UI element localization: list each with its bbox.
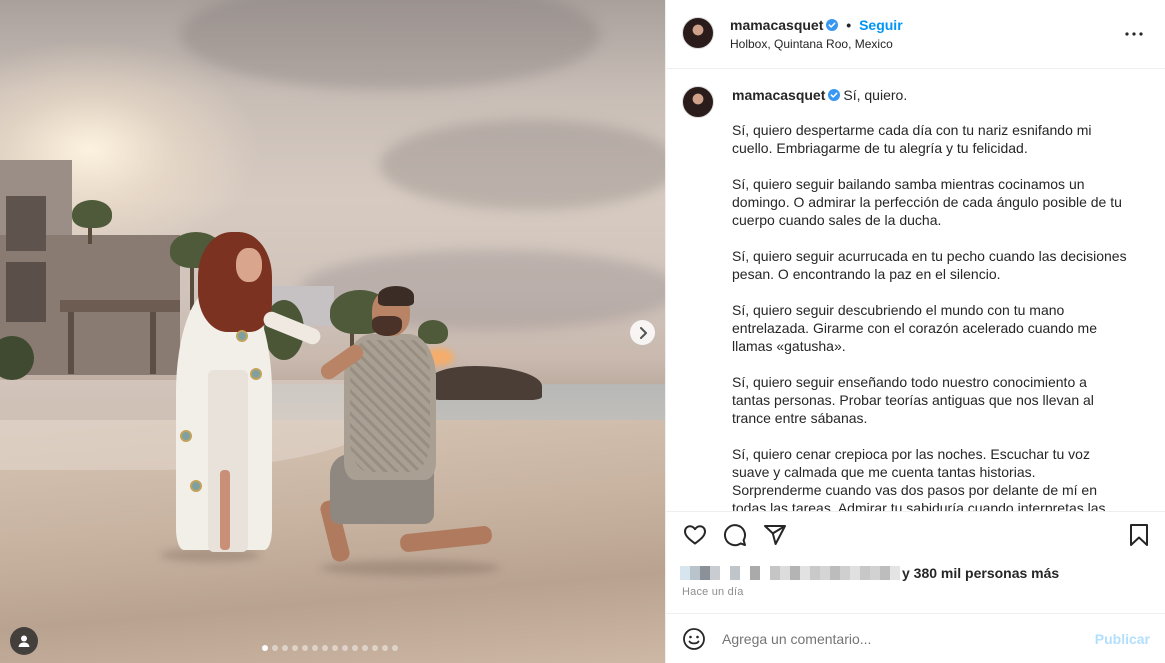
- caption-paragraph: Sí, quiero seguir enseñando todo nuestro…: [732, 374, 1094, 426]
- cloud: [380, 120, 665, 210]
- share-button[interactable]: [762, 522, 788, 548]
- reflection: [320, 560, 500, 576]
- header-user-line: mamacasquet • Seguir: [730, 17, 903, 33]
- emoji-icon: [683, 628, 705, 650]
- post-header: mamacasquet • Seguir Holbox, Quintana Ro…: [666, 0, 1165, 69]
- carousel-dot: [292, 645, 298, 651]
- building-window: [6, 262, 46, 322]
- building-window: [6, 196, 46, 251]
- dress-pattern: [250, 368, 262, 380]
- post-timestamp[interactable]: Hace un día: [682, 586, 744, 598]
- carousel-dot: [282, 645, 288, 651]
- woman-hair: [198, 232, 272, 332]
- like-button[interactable]: [682, 522, 708, 548]
- building-post: [150, 312, 156, 374]
- heart-icon: [684, 525, 706, 545]
- cloud: [180, 0, 600, 90]
- comment-icon: [724, 524, 746, 547]
- woman-face: [236, 248, 262, 282]
- caption-paragraph: Sí, quiero despertarme cada día con tu n…: [732, 122, 1092, 156]
- user-tags-button[interactable]: [10, 627, 38, 655]
- carousel-dot: [272, 645, 278, 651]
- man-hair: [378, 286, 414, 306]
- carousel-dot: [392, 645, 398, 651]
- carousel-dot: [332, 645, 338, 651]
- avatar[interactable]: [682, 86, 714, 118]
- blurred-liker-names: [680, 566, 900, 580]
- action-bar: y 380 mil personas más Hace un día: [666, 511, 1165, 619]
- comment-input[interactable]: [722, 631, 1082, 647]
- username-link[interactable]: mamacasquet: [730, 17, 823, 33]
- post-photo[interactable]: [0, 0, 665, 663]
- likes-summary[interactable]: y 380 mil personas más: [680, 564, 1059, 582]
- caption-header: mamacasquet Sí, quiero.: [732, 87, 907, 103]
- dress-pattern: [180, 430, 192, 442]
- woman-leg: [220, 470, 230, 550]
- caption-paragraph: Sí, quiero cenar crepioca por las noches…: [732, 446, 1106, 511]
- caption-section: mamacasquet Sí, quiero. Sí, quiero desper…: [666, 69, 1165, 511]
- separator: •: [846, 17, 852, 33]
- emoji-button[interactable]: [681, 626, 707, 652]
- caption-text: Sí, quiero despertarme cada día con tu n…: [732, 121, 1127, 511]
- verified-badge-icon: [826, 19, 839, 31]
- carousel-dot: [342, 645, 348, 651]
- man-beard: [372, 316, 402, 336]
- carousel-indicator: [262, 645, 398, 651]
- post-details-panel: mamacasquet • Seguir Holbox, Quintana Ro…: [665, 0, 1165, 663]
- save-button[interactable]: [1126, 522, 1152, 548]
- chevron-right-icon: [639, 326, 647, 339]
- palm-tree: [72, 200, 112, 228]
- building-deck: [60, 300, 180, 312]
- caption-paragraph: Sí, quiero seguir bailando samba mientra…: [732, 176, 1122, 228]
- comment-bar: Publicar: [666, 613, 1165, 663]
- carousel-dot: [312, 645, 318, 651]
- building-post: [68, 312, 74, 374]
- carousel-dot: [372, 645, 378, 651]
- verified-badge-icon: [828, 89, 841, 101]
- shirt-pattern: [350, 340, 430, 472]
- carousel-dot: [302, 645, 308, 651]
- dress-pattern: [190, 480, 202, 492]
- bookmark-icon: [1130, 524, 1148, 546]
- more-options-button[interactable]: [1122, 24, 1146, 44]
- caption-title: Sí, quiero.: [843, 87, 908, 103]
- carousel-dot: [382, 645, 388, 651]
- caption-paragraph: Sí, quiero seguir acurrucada en tu pecho…: [732, 248, 1127, 282]
- carousel-dot: [322, 645, 328, 651]
- next-slide-button[interactable]: [630, 320, 655, 345]
- avatar[interactable]: [682, 17, 714, 49]
- carousel-dot: [352, 645, 358, 651]
- follow-button[interactable]: Seguir: [859, 17, 903, 33]
- carousel-dot: [362, 645, 368, 651]
- rocks: [430, 366, 542, 400]
- paper-plane-icon: [764, 525, 786, 545]
- more-options-icon: [1125, 32, 1143, 36]
- caption-paragraph: Sí, quiero seguir descubriendo el mundo …: [732, 302, 1097, 354]
- location-link[interactable]: Holbox, Quintana Roo, Mexico: [730, 37, 893, 51]
- comment-button[interactable]: [722, 522, 748, 548]
- dress-pattern: [236, 330, 248, 342]
- publish-button[interactable]: Publicar: [1095, 631, 1150, 647]
- caption-username[interactable]: mamacasquet: [732, 87, 825, 103]
- carousel-dot: [262, 645, 268, 651]
- likes-count-text[interactable]: y 380 mil personas más: [902, 565, 1059, 581]
- user-tag-icon: [18, 635, 30, 647]
